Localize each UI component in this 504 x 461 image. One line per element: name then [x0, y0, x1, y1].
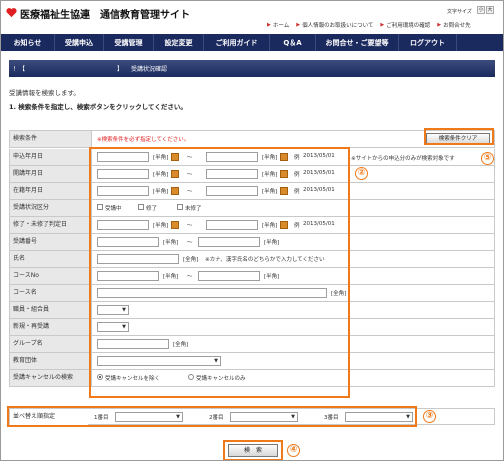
arrow-icon: ▶ [296, 22, 301, 28]
nav-guide[interactable]: ご利用ガイド [204, 34, 270, 51]
course-no-label: コースNo [10, 268, 92, 284]
main-nav: お知らせ 受講申込 受講管理 設定変更 ご利用ガイド Q＆A お問合せ・ご要望等… [1, 34, 503, 51]
arrow-icon: ▶ [437, 22, 442, 28]
arrow-icon: ▶ [380, 22, 385, 28]
heading-prefix: ！【 [13, 66, 26, 73]
search-conditions-label: 検索条件 [10, 131, 92, 147]
education-org-label: 教育団体 [10, 353, 92, 369]
sort-highlight [7, 406, 417, 427]
page-heading: ！【 】 受講状況確認 [9, 60, 495, 77]
form-header-row: 検索条件 ※検索条件を必ず指定してください。 検索条件クリア [9, 131, 495, 148]
environment-link[interactable]: ▶ ご利用環境の確認 [380, 21, 430, 29]
home-link[interactable]: ▶ ホーム [267, 21, 289, 29]
required-note: ※検索条件を必ず指定してください。 [97, 137, 190, 143]
nav-contact[interactable]: お問合せ・ご要望等 [316, 34, 399, 51]
enroll-date-label: 在籍年月日 [10, 183, 92, 199]
intro-text: 受講情報を検索します。 [9, 89, 80, 97]
callout-4: ④ [287, 444, 300, 457]
start-date-label: 開講年月日 [10, 166, 92, 182]
heading-suffix: 】 [117, 66, 124, 73]
callout-2: ② [355, 167, 368, 180]
status-label: 受講状況区分 [10, 200, 92, 216]
nav-news[interactable]: お知らせ [1, 34, 55, 51]
site-header: 医療福祉生協連 通信教育管理サイト 文字サイズ 小 大 ▶ ホーム ▶ 個人情報のお… [1, 1, 503, 35]
new-renew-label: 新規・再受講 [10, 319, 92, 335]
callout-5: ⑤ [481, 152, 494, 165]
student-no-label: 受講番号 [10, 234, 92, 250]
font-small-button[interactable]: 小 [477, 6, 485, 14]
finish-date-label: 修了・未修了判定日 [10, 217, 92, 233]
nav-apply[interactable]: 受講申込 [55, 34, 104, 51]
nav-faq[interactable]: Q＆A [270, 34, 316, 51]
nav-manage[interactable]: 受講管理 [104, 34, 154, 51]
font-large-button[interactable]: 大 [486, 6, 494, 14]
apply-date-label: 申込年月日 [10, 149, 92, 165]
font-size-label: 文字サイズ [447, 9, 472, 15]
course-name-label: コース名 [10, 285, 92, 301]
nav-logout[interactable]: ログアウト [399, 34, 457, 51]
conditions-highlight [89, 147, 350, 398]
step-instruction: 1. 検索条件を指定し、検索ボタンをクリックしてください。 [9, 103, 187, 111]
name-label: 氏名 [10, 251, 92, 267]
side-note: ※サイトからの申込分のみが検索対象です [351, 156, 455, 162]
search-form: 検索条件 ※検索条件を必ず指定してください。 検索条件クリア 申込年月日 [半角… [9, 130, 495, 387]
clear-button-highlight [424, 128, 494, 145]
nav-settings[interactable]: 設定変更 [154, 34, 204, 51]
contact-link[interactable]: ▶ お問合せ先 [437, 21, 470, 29]
staff-member-label: 職員・組合員 [10, 302, 92, 318]
site-title: 医療福祉生協連 通信教育管理サイト [20, 10, 190, 21]
app-window: 医療福祉生協連 通信教育管理サイト 文字サイズ 小 大 ▶ ホーム ▶ 個人情報のお… [0, 0, 504, 461]
search-button-highlight [223, 440, 283, 460]
top-links: ▶ ホーム ▶ 個人情報のお取扱いについて ▶ ご利用環境の確認 ▶ お問合せ先 [267, 21, 471, 29]
page-title: 受講状況確認 [131, 66, 168, 73]
privacy-link[interactable]: ▶ 個人情報のお取扱いについて [296, 21, 373, 29]
cancel-search-label: 受講キャンセルの検索 [10, 370, 92, 386]
group-name-label: グループ名 [10, 336, 92, 352]
heart-logo-icon [6, 8, 17, 18]
callout-3: ③ [423, 410, 436, 423]
arrow-icon: ▶ [267, 22, 271, 28]
